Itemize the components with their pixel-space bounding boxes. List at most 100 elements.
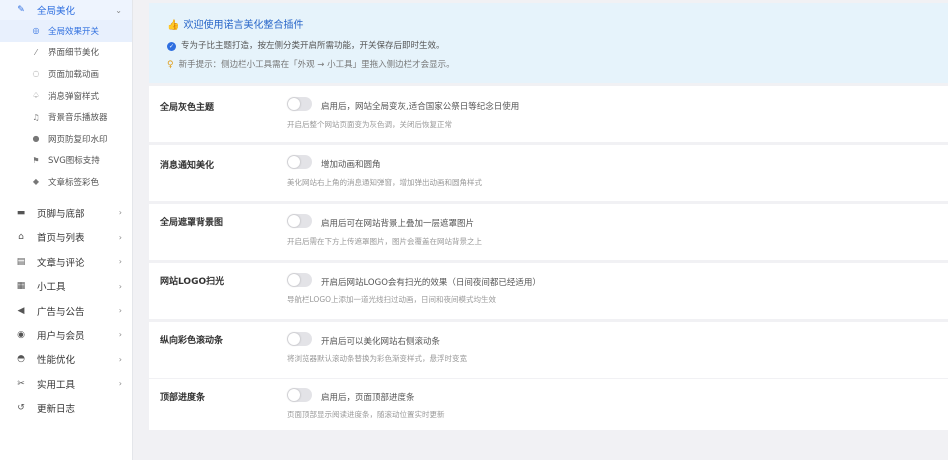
setting-description: 开启后整个网站页面变为灰色调，关闭后恢复正常 — [287, 120, 452, 129]
droplet-icon: ● — [32, 134, 40, 144]
sidebar-group-changelog[interactable]: ↺ 更新日志 — [0, 396, 132, 420]
sidebar-group-label: 更新日志 — [37, 404, 76, 416]
sidebar-group-ads[interactable]: ◀ 广告与公告 › — [0, 298, 132, 322]
document-icon: ▤ — [16, 256, 26, 267]
bell-icon: ♤ — [32, 91, 40, 101]
notice-tip: ♀ 新手提示：侧边栏小工具需在「外观 → 小工具」里拖入侧边栏才会显示。 — [167, 58, 455, 70]
magic-wand-icon: ✎ — [17, 5, 25, 15]
notice-title: 👍 欢迎使用诺言美化整合插件 — [167, 16, 303, 31]
tag-icon: ◆ — [32, 177, 40, 187]
layout-icon: ▬ — [16, 207, 26, 218]
setting-description: 页面顶部显示阅读进度条，随滚动位置实时更新 — [287, 410, 445, 419]
brush-icon: ⁄ — [35, 47, 37, 57]
chevron-right-icon: › — [118, 281, 122, 291]
setting-name: 纵向彩色滚动条 — [160, 336, 224, 346]
settings-circle-icon: ◎ — [32, 26, 40, 36]
sidebar-item-global-effects[interactable]: ◎ 全局效果开关 — [0, 20, 132, 42]
sidebar-group-list: ▬ 页脚与底部 › ⌂ 首页与列表 › ▤ 文章与评论 › ▦ 小工具 › ◀ … — [0, 201, 132, 421]
sidebar-item-loading-animation[interactable]: ◌ 页面加载动画 — [0, 63, 132, 85]
notice-tip-text: 新手提示：侧边栏小工具需在「外观 → 小工具」里拖入侧边栏才会显示。 — [178, 60, 455, 70]
sidebar-item-label: SVG图标支持 — [48, 156, 100, 167]
chevron-right-icon: › — [118, 208, 122, 218]
sidebar-item-svg-icons[interactable]: ⚑ SVG图标支持 — [0, 150, 132, 172]
setting-description: 导航栏LOGO上添加一道光线扫过动画，日间和夜间模式均生效 — [287, 295, 497, 304]
chevron-right-icon: › — [118, 257, 122, 267]
setting-description: 将浏览器默认滚动条替换为彩色渐变样式，悬浮时变宽 — [287, 354, 467, 363]
toggle-switch[interactable] — [287, 332, 312, 346]
setting-row-mask-background: 全局遮罩背景图 启用后可在网站背景上叠加一层遮罩图片 开启后需在下方上传遮罩图片… — [149, 204, 948, 260]
setting-row-progress-bar: 顶部进度条 启用后，页面顶部进度条 页面顶部显示阅读进度条，随滚动位置实时更新 — [149, 379, 948, 430]
spinner-icon: ◌ — [32, 69, 40, 79]
setting-name: 全局遮罩背景图 — [160, 218, 224, 228]
sidebar-item-watermark[interactable]: ● 网页防复印水印 — [0, 128, 132, 150]
sidebar-group-label: 文章与评论 — [37, 257, 85, 269]
toggle-knob — [288, 156, 300, 168]
setting-name: 顶部进度条 — [160, 393, 206, 403]
megaphone-icon: ◀ — [17, 305, 25, 316]
setting-label: 启用后，页面顶部进度条 — [321, 393, 415, 403]
chevron-right-icon: › — [118, 232, 122, 242]
toggle-knob — [288, 215, 300, 227]
sidebar-group-global-beautify[interactable]: ✎ 全局美化 ⌄ — [0, 0, 132, 20]
sidebar-group-tools[interactable]: ✂ 实用工具 › — [0, 371, 132, 395]
sidebar-group-label: 首页与列表 — [37, 233, 85, 245]
sidebar-item-music-player[interactable]: ♫ 背景音乐播放器 — [0, 106, 132, 128]
sidebar-group-label: 页脚与底部 — [37, 208, 85, 220]
sidebar-group-users[interactable]: ◉ 用户与会员 › — [0, 323, 132, 347]
sidebar-group-label: 小工具 — [37, 282, 66, 294]
flag-icon: ⚑ — [32, 155, 40, 165]
sidebar-group-home[interactable]: ⌂ 首页与列表 › — [0, 225, 132, 249]
setting-label: 启用后可在网站背景上叠加一层遮罩图片 — [321, 219, 475, 229]
toggle-knob — [288, 274, 300, 286]
setting-label: 增加动画和圆角 — [321, 160, 381, 170]
sidebar-group-label: 全局美化 — [37, 6, 76, 17]
user-icon: ◉ — [17, 329, 25, 340]
sidebar-item-colorful-tags[interactable]: ◆ 文章标签彩色 — [0, 171, 132, 193]
toggle-switch[interactable] — [287, 214, 312, 228]
sidebar-group-performance[interactable]: ◓ 性能优化 › — [0, 347, 132, 371]
toggle-switch[interactable] — [287, 388, 312, 402]
check-circle-icon: ✓ — [167, 42, 176, 51]
setting-row-notification: 消息通知美化 增加动画和圆角 美化网站右上角的消息通知弹窗，增加弹出动画和圆角样… — [149, 145, 948, 201]
setting-name: 消息通知美化 — [160, 161, 215, 171]
sidebar-item-ui-details[interactable]: ⁄ 界面细节美化 — [0, 42, 132, 64]
sidebar-group-widgets[interactable]: ▦ 小工具 › — [0, 274, 132, 298]
grid-icon: ▦ — [16, 281, 26, 292]
sidebar-item-label: 消息弹窗样式 — [48, 91, 100, 102]
thumbs-up-icon: 👍 — [167, 20, 180, 31]
speedometer-icon: ◓ — [17, 354, 25, 365]
sidebar-sub-list: ◎ 全局效果开关 ⁄ 界面细节美化 ◌ 页面加载动画 ♤ 消息弹窗样式 ♫ 背景… — [0, 20, 132, 193]
sidebar-item-label: 文章标签彩色 — [48, 177, 100, 188]
chevron-down-icon: ⌄ — [115, 5, 122, 15]
toggle-switch[interactable] — [287, 97, 312, 111]
sidebar-item-label: 背景音乐播放器 — [48, 113, 108, 124]
toggle-switch[interactable] — [287, 273, 312, 287]
toggle-switch[interactable] — [287, 155, 312, 169]
music-note-icon: ♫ — [32, 112, 40, 122]
setting-description: 美化网站右上角的消息通知弹窗，增加弹出动画和圆角样式 — [287, 178, 482, 187]
setting-label: 开启后可以美化网站右侧滚动条 — [321, 337, 441, 347]
sidebar-item-message-popup[interactable]: ♤ 消息弹窗样式 — [0, 85, 132, 107]
setting-name: 网站LOGO扫光 — [160, 277, 225, 287]
notice-title-text: 欢迎使用诺言美化整合插件 — [183, 20, 304, 31]
notice-line: ✓ 专为子比主题打造，按左侧分类开启所需功能，开关保存后即时生效。 — [167, 39, 445, 51]
setting-label: 开启后网站LOGO会有扫光的效果（日间夜间都已经适用） — [321, 278, 541, 288]
sidebar-item-label: 全局效果开关 — [48, 26, 100, 37]
welcome-notice: 👍 欢迎使用诺言美化整合插件 ✓ 专为子比主题打造，按左侧分类开启所需功能，开关保存… — [149, 3, 948, 83]
sidebar: ✎ 全局美化 ⌄ ◎ 全局效果开关 ⁄ 界面细节美化 ◌ 页面加载动画 ♤ 消息… — [0, 0, 133, 460]
setting-description: 开启后需在下方上传遮罩图片，图片会覆盖在网站背景之上 — [287, 237, 482, 246]
sidebar-group-articles[interactable]: ▤ 文章与评论 › — [0, 250, 132, 274]
wrench-icon: ✂ — [17, 378, 25, 389]
home-icon: ⌂ — [18, 232, 24, 243]
chevron-right-icon: › — [118, 379, 122, 389]
setting-name: 全局灰色主题 — [160, 103, 215, 113]
setting-row-gray-theme: 全局灰色主题 启用后，网站全局变灰,适合国家公祭日等纪念日使用 开启后整个网站页… — [149, 86, 948, 142]
notice-line-text: 专为子比主题打造，按左侧分类开启所需功能，开关保存后即时生效。 — [181, 41, 445, 51]
toggle-knob — [288, 98, 300, 110]
setting-label: 启用后，网站全局变灰,适合国家公祭日等纪念日使用 — [321, 102, 520, 112]
sidebar-group-label: 用户与会员 — [37, 330, 85, 342]
toggle-knob — [288, 389, 300, 401]
sidebar-item-label: 网页防复印水印 — [48, 134, 108, 145]
setting-row-scrollbar: 纵向彩色滚动条 开启后可以美化网站右侧滚动条 将浏览器默认滚动条替换为彩色渐变样… — [149, 322, 948, 378]
sidebar-group-footer[interactable]: ▬ 页脚与底部 › — [0, 201, 132, 225]
